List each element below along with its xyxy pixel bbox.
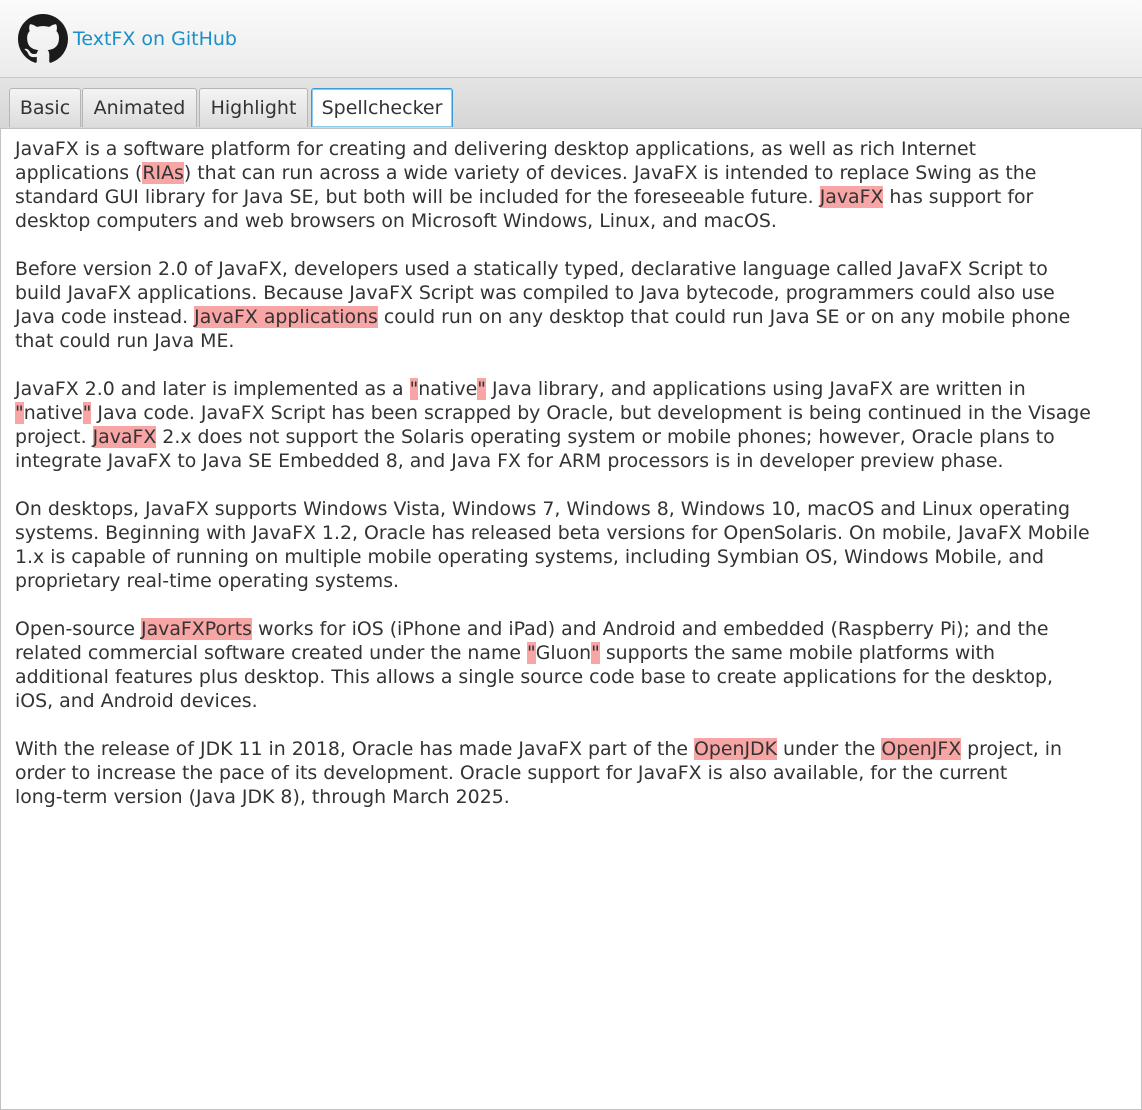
misspelled-word-highlight[interactable]: JavaFX	[92, 426, 157, 448]
misspelled-word-highlight[interactable]: JavaFXPorts	[141, 618, 253, 640]
paragraph: Before version 2.0 of JavaFX, developers…	[15, 257, 1135, 353]
text-run: With the release of JDK 11 in 2018, Orac…	[15, 738, 695, 760]
misspelled-word-highlight[interactable]: OpenJFX	[881, 738, 962, 760]
text-run: 2.x does not support the Solaris operati…	[15, 426, 1055, 472]
tab-bar: Basic Animated Highlight Spellchecker	[0, 78, 1142, 128]
text-run: under the	[776, 738, 882, 760]
tab-animated[interactable]: Animated	[82, 88, 197, 127]
paragraph: JavaFX 2.0 and later is implemented as a…	[15, 377, 1135, 473]
text-run: On desktops, JavaFX supports Windows Vis…	[15, 498, 1090, 592]
misspelled-word-highlight[interactable]: "	[15, 402, 24, 424]
misspelled-word-highlight[interactable]: RIAs	[142, 162, 184, 184]
misspelled-word-highlight[interactable]: "	[527, 642, 536, 664]
text-run: Open-source	[15, 618, 142, 640]
paragraph: On desktops, JavaFX supports Windows Vis…	[15, 497, 1135, 593]
text-run: Java library, and applications using Jav…	[492, 378, 1026, 400]
text-run: JavaFX 2.0 and later is implemented as a	[15, 378, 410, 400]
misspelled-word-highlight[interactable]: "	[591, 642, 600, 664]
tab-spellchecker[interactable]: Spellchecker	[311, 88, 453, 127]
paragraph: JavaFX is a software platform for creati…	[15, 137, 1135, 233]
misspelled-word-highlight[interactable]: JavaFX	[819, 186, 884, 208]
header-bar: TextFX on GitHub	[0, 0, 1142, 78]
text-run: native	[23, 402, 83, 424]
misspelled-word-highlight[interactable]: OpenJDK	[694, 738, 777, 760]
tab-basic[interactable]: Basic	[9, 88, 81, 127]
paragraph: Open-source JavaFXPorts works for iOS (i…	[15, 617, 1135, 713]
spellchecker-text-area[interactable]: JavaFX is a software platform for creati…	[0, 128, 1142, 1110]
misspelled-word-highlight[interactable]: "	[409, 378, 419, 400]
paragraph: With the release of JDK 11 in 2018, Orac…	[15, 737, 1135, 809]
github-link[interactable]: TextFX on GitHub	[73, 28, 237, 50]
text-run: native	[418, 378, 478, 400]
misspelled-word-highlight[interactable]: "	[477, 378, 486, 400]
misspelled-word-highlight[interactable]: JavaFX applications	[194, 306, 378, 328]
tab-highlight[interactable]: Highlight	[199, 88, 308, 127]
text-run: Gluon	[535, 642, 592, 664]
github-icon[interactable]	[18, 14, 68, 64]
